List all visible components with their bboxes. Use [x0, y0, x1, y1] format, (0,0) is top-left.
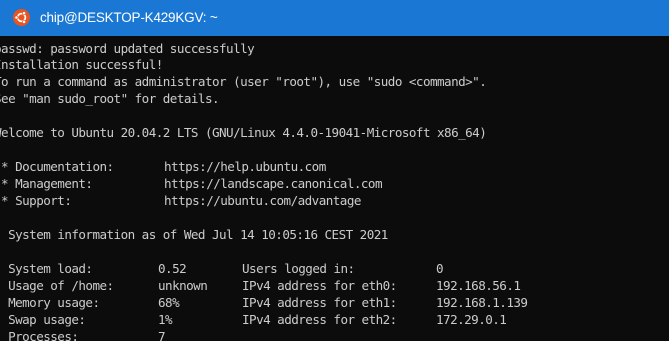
- stat-value: 68%: [158, 295, 180, 310]
- stat-label: Swap usage:: [0, 312, 86, 327]
- stat-label: Usage of /home:: [0, 278, 114, 293]
- terminal-window: chip@DESKTOP-K429KGV: ~ passwd: password…: [0, 0, 669, 341]
- stat-label: IPv4 address for eth0:: [242, 278, 397, 293]
- link-label: * Management:: [0, 176, 93, 191]
- ubuntu-icon: [13, 9, 30, 26]
- sudo-hint-line-1: To run a command as administrator (user …: [0, 74, 487, 89]
- sysinfo-header: System information as of Wed Jul 14 10:0…: [0, 227, 388, 242]
- link-line-documentation: * Documentation: https://help.ubuntu.com: [0, 158, 663, 175]
- install-line: Installation successful!: [0, 57, 163, 72]
- title-bar[interactable]: chip@DESKTOP-K429KGV: ~: [0, 0, 669, 36]
- stat-label: System load:: [0, 261, 93, 276]
- stat-label: IPv4 address for eth2:: [242, 312, 397, 327]
- stat-value: unknown: [158, 278, 208, 293]
- passwd-line: passwd: password updated successfully: [0, 41, 255, 56]
- stat-value: 0.52: [158, 261, 187, 276]
- stats-row: Processes: 7: [0, 328, 663, 341]
- stat-value: 192.168.1.139: [436, 295, 528, 310]
- stats-row: Memory usage: 68% IPv4 address for eth1:…: [0, 294, 663, 311]
- stats-row: Usage of /home: unknown IPv4 address for…: [0, 277, 663, 294]
- terminal-output[interactable]: passwd: password updated successfully In…: [0, 36, 669, 341]
- stats-row: Swap usage: 1% IPv4 address for eth2: 17…: [0, 311, 663, 328]
- link-url[interactable]: https://ubuntu.com/advantage: [164, 192, 361, 209]
- stat-value: 192.168.56.1: [436, 278, 521, 293]
- stat-label: IPv4 address for eth1:: [242, 295, 397, 310]
- link-url[interactable]: https://landscape.canonical.com: [164, 175, 383, 192]
- stats-row: System load: 0.52 Users logged in: 0: [0, 260, 663, 277]
- link-line-support: * Support: https://ubuntu.com/advantage: [0, 192, 663, 209]
- sudo-hint-line-2: See "man sudo_root" for details.: [0, 91, 220, 106]
- stat-value: 0: [436, 261, 444, 276]
- stat-label: Processes:: [0, 329, 79, 341]
- stat-value: 1%: [158, 312, 173, 327]
- welcome-line: Welcome to Ubuntu 20.04.2 LTS (GNU/Linux…: [0, 125, 487, 140]
- stat-value: 172.29.0.1: [436, 312, 507, 327]
- stat-label: Users logged in:: [242, 261, 355, 276]
- link-label: * Documentation:: [0, 159, 114, 174]
- link-url[interactable]: https://help.ubuntu.com: [164, 158, 326, 175]
- stat-label: Memory usage:: [0, 295, 100, 310]
- stat-value: 7: [158, 329, 166, 341]
- window-title: chip@DESKTOP-K429KGV: ~: [40, 10, 218, 25]
- link-label: * Support:: [0, 193, 72, 208]
- link-line-management: * Management: https://landscape.canonica…: [0, 175, 663, 192]
